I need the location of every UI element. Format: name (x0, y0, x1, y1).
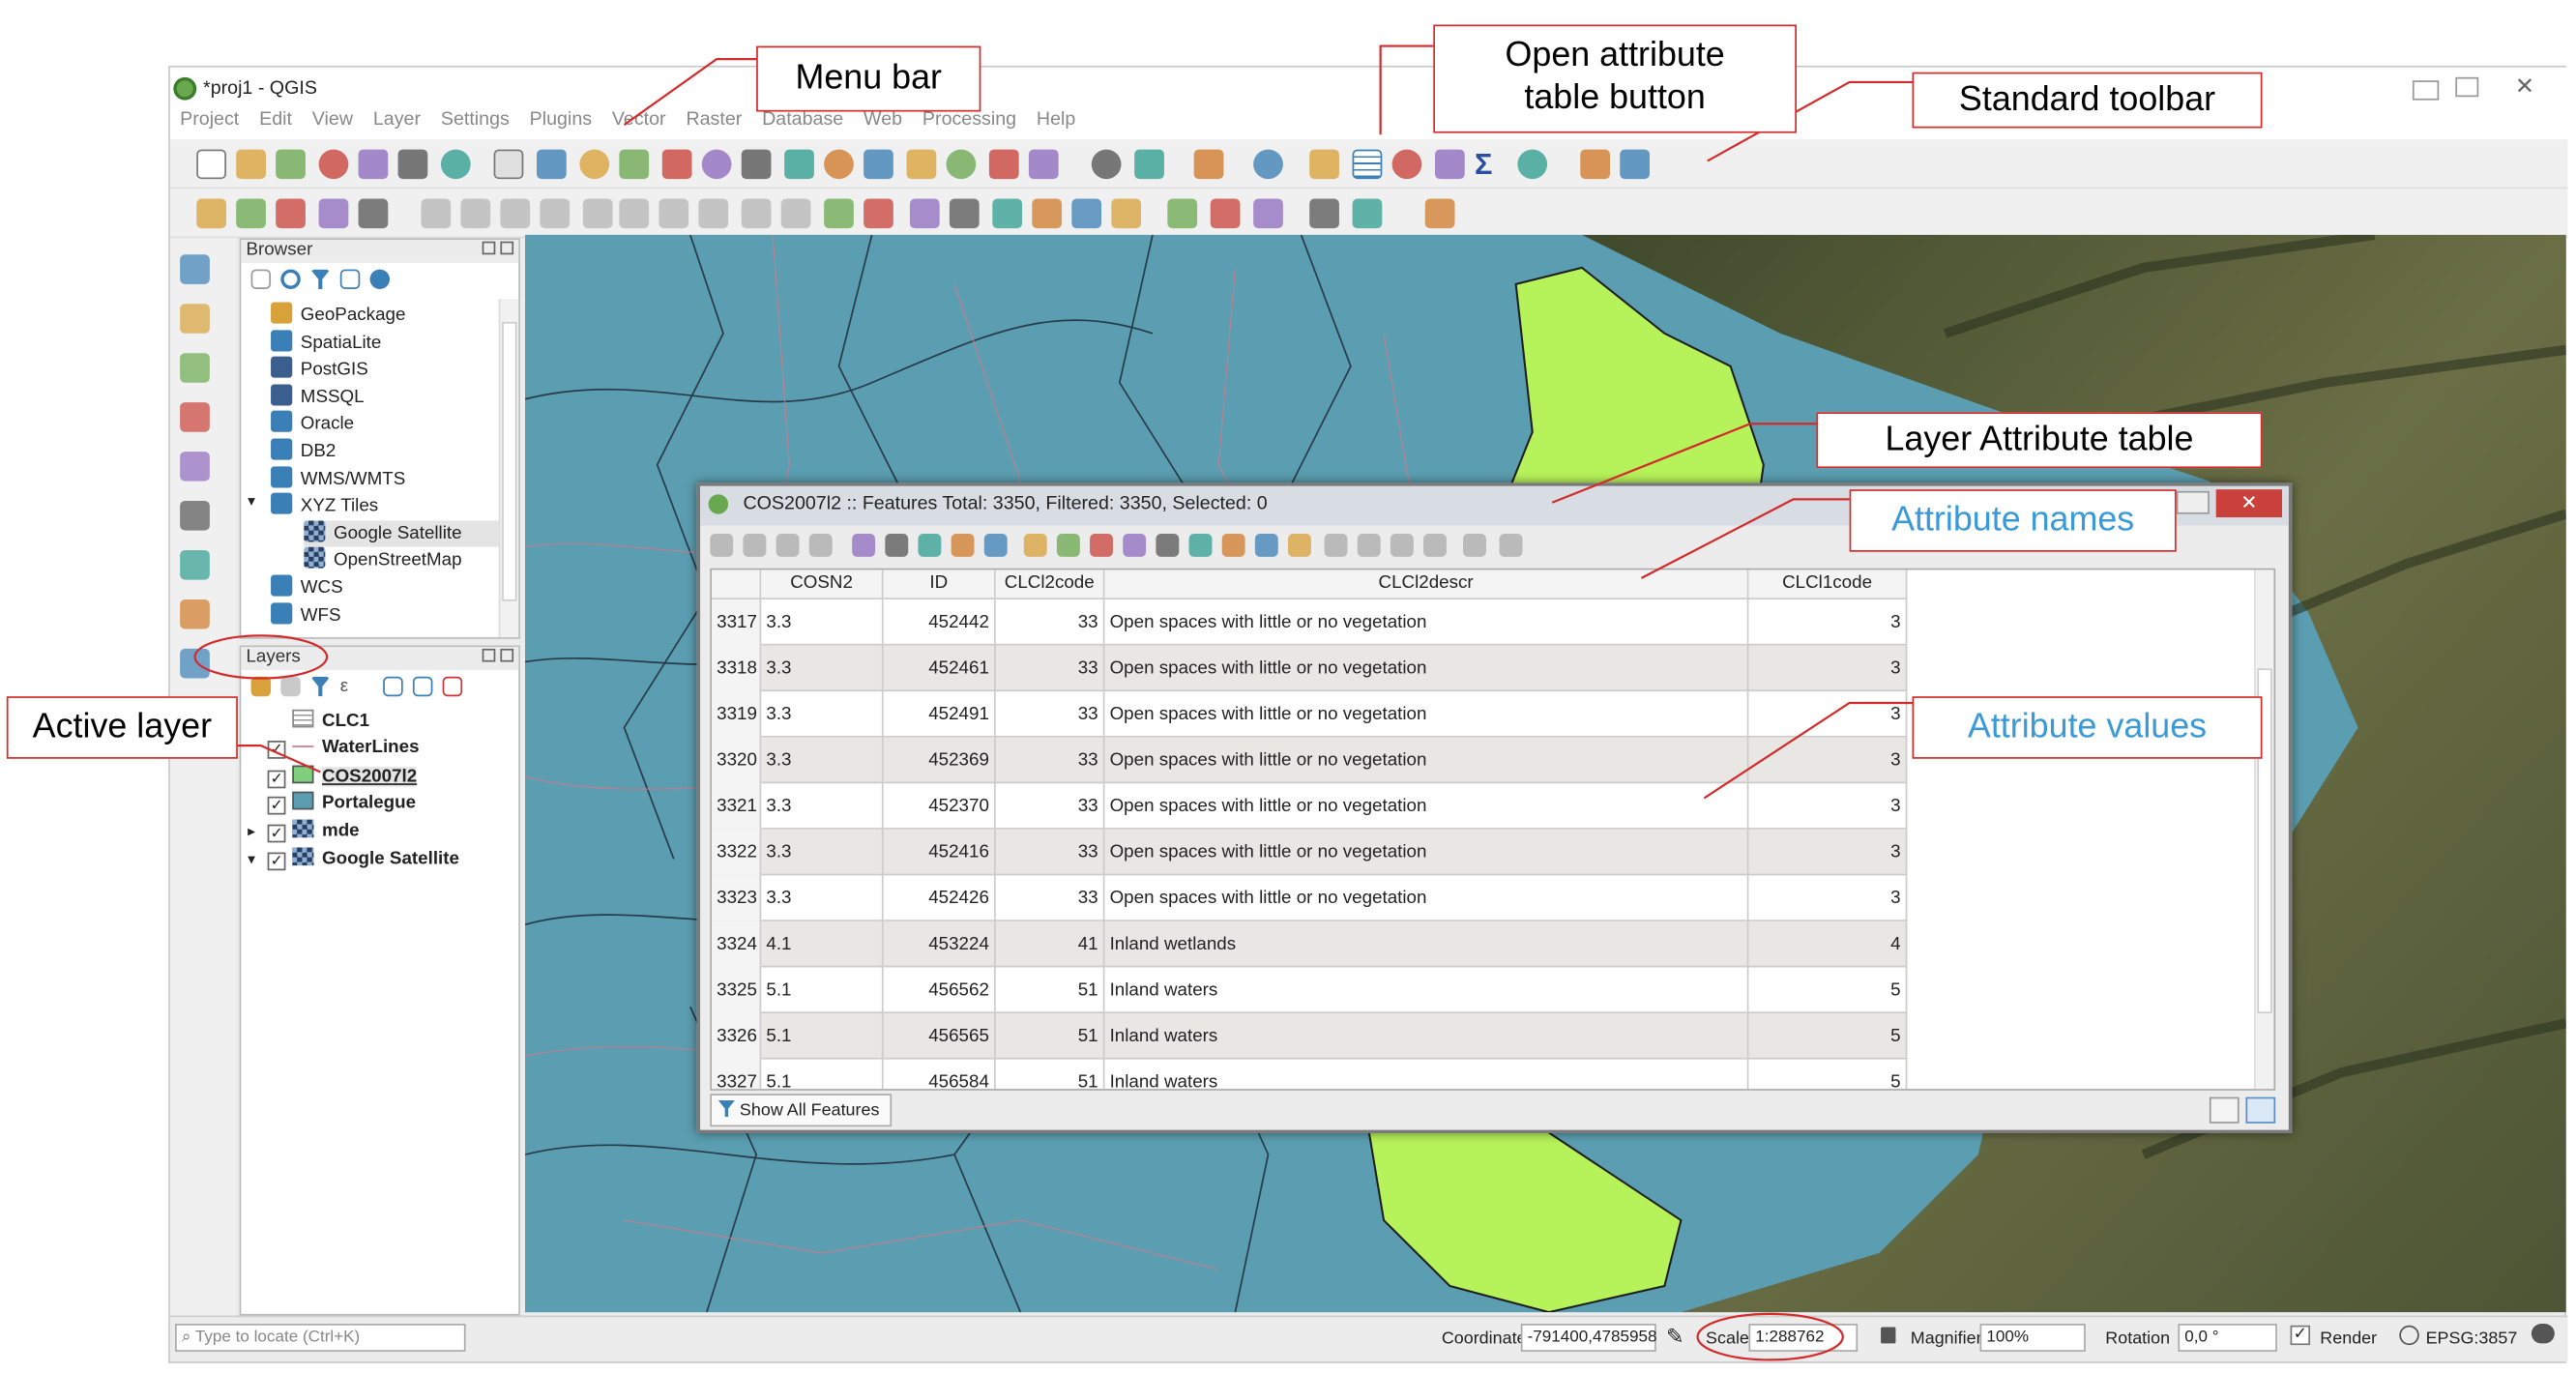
leader-attribute-names (1640, 498, 1850, 579)
callout-attribute-names: Attribute names (1849, 489, 2177, 552)
callout-layer-attribute-table: Layer Attribute table (1816, 412, 2263, 469)
callout-active-layer: Active layer (6, 696, 238, 759)
callout-standard-toolbar: Standard toolbar (1912, 72, 2263, 129)
layers-highlight (193, 634, 329, 680)
callout-open-attribute-table: Open attribute table button (1433, 24, 1797, 133)
scale-highlight (1696, 1312, 1844, 1361)
callout-lines (193, 44, 1913, 1361)
leader-layer-attribute (1551, 423, 1817, 504)
callout-menu-bar: Menu bar (756, 45, 981, 112)
leader-menu-bar (623, 58, 757, 126)
leader-open-attribute (1379, 44, 1437, 135)
leader-attribute-values (1703, 701, 1913, 800)
callout-attribute-values: Attribute values (1912, 696, 2263, 759)
leader-active-layer (234, 745, 321, 774)
